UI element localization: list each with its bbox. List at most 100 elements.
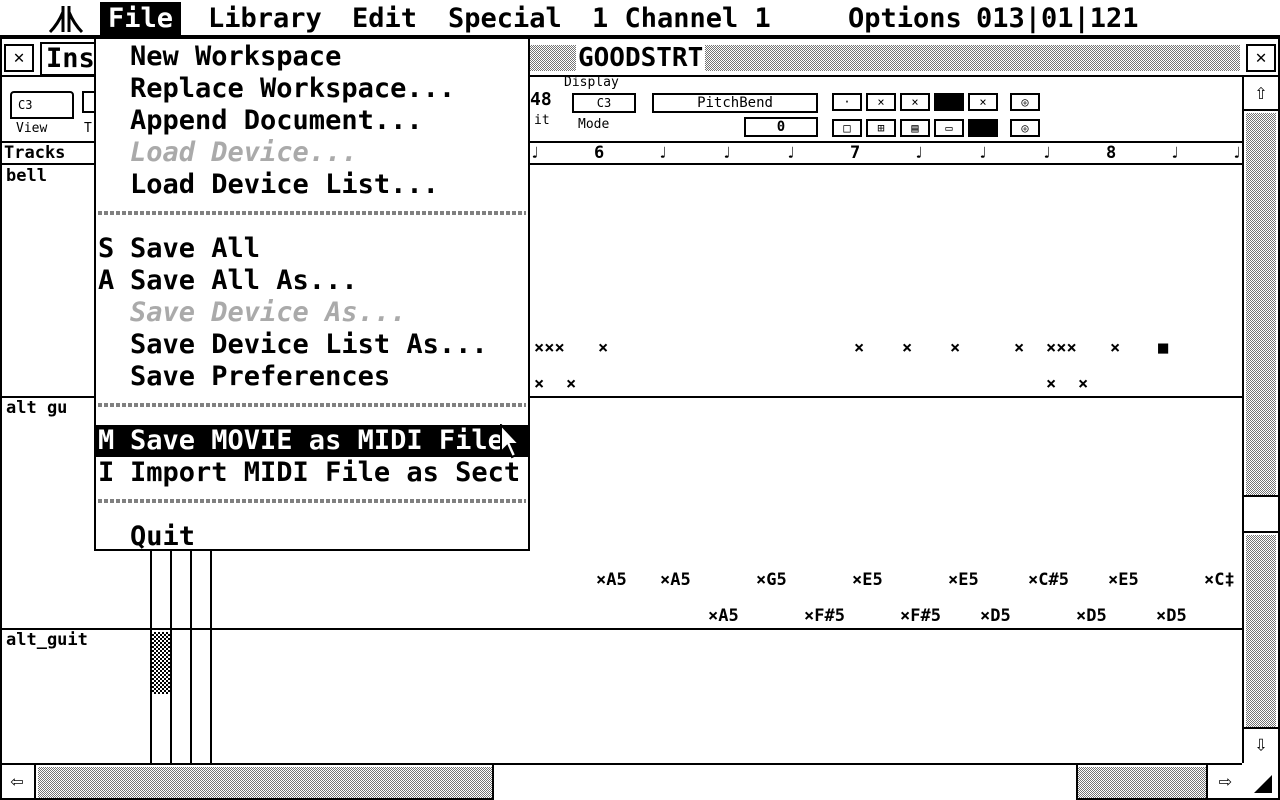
menu-edit[interactable]: Edit [352, 2, 417, 35]
menu-item-append-document[interactable]: Append Document... [96, 105, 528, 137]
scroll-track[interactable] [38, 767, 492, 798]
menu-separator [98, 403, 526, 407]
file-menu-dropdown: New Workspace Replace Workspace... Appen… [94, 37, 530, 553]
note[interactable]: ×G5 [756, 570, 787, 590]
note[interactable]: × [902, 338, 912, 358]
menu-separator [98, 211, 526, 215]
note[interactable]: ×E5 [852, 570, 883, 590]
bar-7: 7 [850, 143, 861, 163]
menu-item-label: Save MOVIE as MIDI File [130, 425, 504, 456]
note[interactable]: ×E5 [948, 570, 979, 590]
square-button[interactable]: □ [832, 119, 862, 137]
pitchbend-field[interactable]: PitchBend [652, 93, 818, 113]
menu-item-save-all-as[interactable]: A Save All As... [96, 265, 528, 297]
display-chip-label: C3 [596, 96, 612, 110]
column-line [210, 551, 212, 763]
scroll-track[interactable] [1246, 535, 1276, 727]
lower-button[interactable]: ▭ [934, 119, 964, 137]
scroll-up-icon[interactable]: ⇧ [1244, 77, 1278, 111]
note[interactable]: × [598, 338, 608, 358]
target-button[interactable]: ◎ [1010, 93, 1040, 111]
menu-item-save-all[interactable]: S Save All [96, 233, 528, 265]
note[interactable]: ××× [534, 338, 565, 358]
position-readout: 013|01|121 [976, 3, 1139, 34]
half-button[interactable]: ▤ [900, 119, 930, 137]
resize-box-icon[interactable] [1244, 765, 1278, 798]
filled-button[interactable] [934, 93, 964, 111]
vertical-scrollbar[interactable]: ⇧ ⇩ [1242, 77, 1278, 763]
menu-item-save-movie-as-midi[interactable]: M Save MOVIE as MIDI File [96, 425, 528, 457]
full-box-icon[interactable]: ✕ [1246, 44, 1276, 72]
scroll-right-icon[interactable]: ⇨ [1206, 765, 1242, 800]
note[interactable]: × [950, 338, 960, 358]
note[interactable]: × [1110, 338, 1120, 358]
note[interactable]: ×D5 [1156, 606, 1187, 626]
menu-options[interactable]: Options [848, 2, 962, 35]
close-box-icon[interactable]: ✕ [4, 44, 34, 72]
note[interactable]: × [566, 374, 576, 394]
note[interactable]: ×D5 [1076, 606, 1107, 626]
x-button-2[interactable]: × [900, 93, 930, 111]
view-chip[interactable]: C3 [10, 91, 74, 119]
track-name-alt-gu[interactable]: alt gu [6, 398, 67, 418]
note[interactable]: ×D5 [980, 606, 1011, 626]
note[interactable]: × [1078, 374, 1088, 394]
menu-item-save-preferences[interactable]: Save Preferences [96, 361, 528, 393]
note[interactable]: × [854, 338, 864, 358]
dot-button[interactable]: · [832, 93, 862, 111]
menu-item-new-workspace[interactable]: New Workspace [96, 41, 528, 73]
note[interactable]: ×A5 [660, 570, 691, 590]
menu-item-replace-workspace[interactable]: Replace Workspace... [96, 73, 528, 105]
note[interactable]: × [1046, 374, 1056, 394]
scroll-track[interactable] [1078, 767, 1206, 798]
target-button-2[interactable]: ◎ [1010, 119, 1040, 137]
menu-item-label: Save Preferences [130, 361, 391, 392]
note[interactable]: ×A5 [708, 606, 739, 626]
value-field[interactable]: 0 [744, 117, 818, 137]
it-fragment: it [534, 113, 550, 128]
note[interactable]: ×F#5 [900, 606, 941, 626]
menu-item-import-midi-file[interactable]: I Import MIDI File as Sect [96, 457, 528, 489]
scroll-track[interactable] [1246, 113, 1276, 495]
note[interactable]: ×C‡ [1204, 570, 1235, 590]
menu-item-load-device-list[interactable]: Load Device List... [96, 169, 528, 201]
scroll-down-icon[interactable]: ⇩ [1244, 727, 1278, 761]
menu-special[interactable]: Special [448, 2, 562, 35]
column-line [170, 551, 172, 763]
mode-label: Mode [578, 117, 610, 132]
note[interactable]: ××× [1046, 338, 1077, 358]
menu-item-label: New Workspace [130, 41, 342, 72]
x-button[interactable]: × [866, 93, 896, 111]
note[interactable]: ×C#5 [1028, 570, 1069, 590]
solid-button[interactable] [968, 119, 998, 137]
note[interactable]: × [1014, 338, 1024, 358]
menu-item-load-device: Load Device... [96, 137, 528, 169]
scroll-thumb[interactable] [492, 765, 1078, 800]
x-filled-button[interactable]: × [968, 93, 998, 111]
horizontal-scrollbar[interactable]: ⇦ ⇨ [0, 763, 1242, 800]
atari-logo-icon[interactable] [48, 4, 84, 34]
bar-6: 6 [594, 143, 605, 163]
display-chip[interactable]: C3 [572, 93, 636, 113]
scroll-thumb[interactable] [1244, 495, 1278, 533]
note[interactable]: ■ [1158, 338, 1168, 358]
menu-item-save-device-list-as[interactable]: Save Device List As... [96, 329, 528, 361]
view-label: View [16, 121, 48, 136]
note[interactable]: × [534, 374, 544, 394]
note[interactable]: ×A5 [596, 570, 627, 590]
beat-mark: ♩ [1042, 143, 1052, 162]
grid-button[interactable]: ⊞ [866, 119, 896, 137]
menu-item-shortcut: M [98, 425, 115, 456]
note[interactable]: ×F#5 [804, 606, 845, 626]
track-name-bell[interactable]: bell [6, 166, 47, 186]
view-chip-label: C3 [18, 98, 33, 112]
menu-item-label: Append Document... [130, 105, 423, 136]
menu-item-quit[interactable]: Quit [96, 521, 528, 553]
track-selection-marker[interactable] [152, 632, 170, 694]
track-name-alt-guit[interactable]: alt_guit [6, 630, 88, 650]
menu-library[interactable]: Library [208, 2, 322, 35]
note[interactable]: ×E5 [1108, 570, 1139, 590]
scroll-left-icon[interactable]: ⇦ [0, 765, 36, 800]
menu-file[interactable]: File [100, 2, 182, 35]
menu-channel[interactable]: 1 Channel 1 [592, 2, 771, 35]
